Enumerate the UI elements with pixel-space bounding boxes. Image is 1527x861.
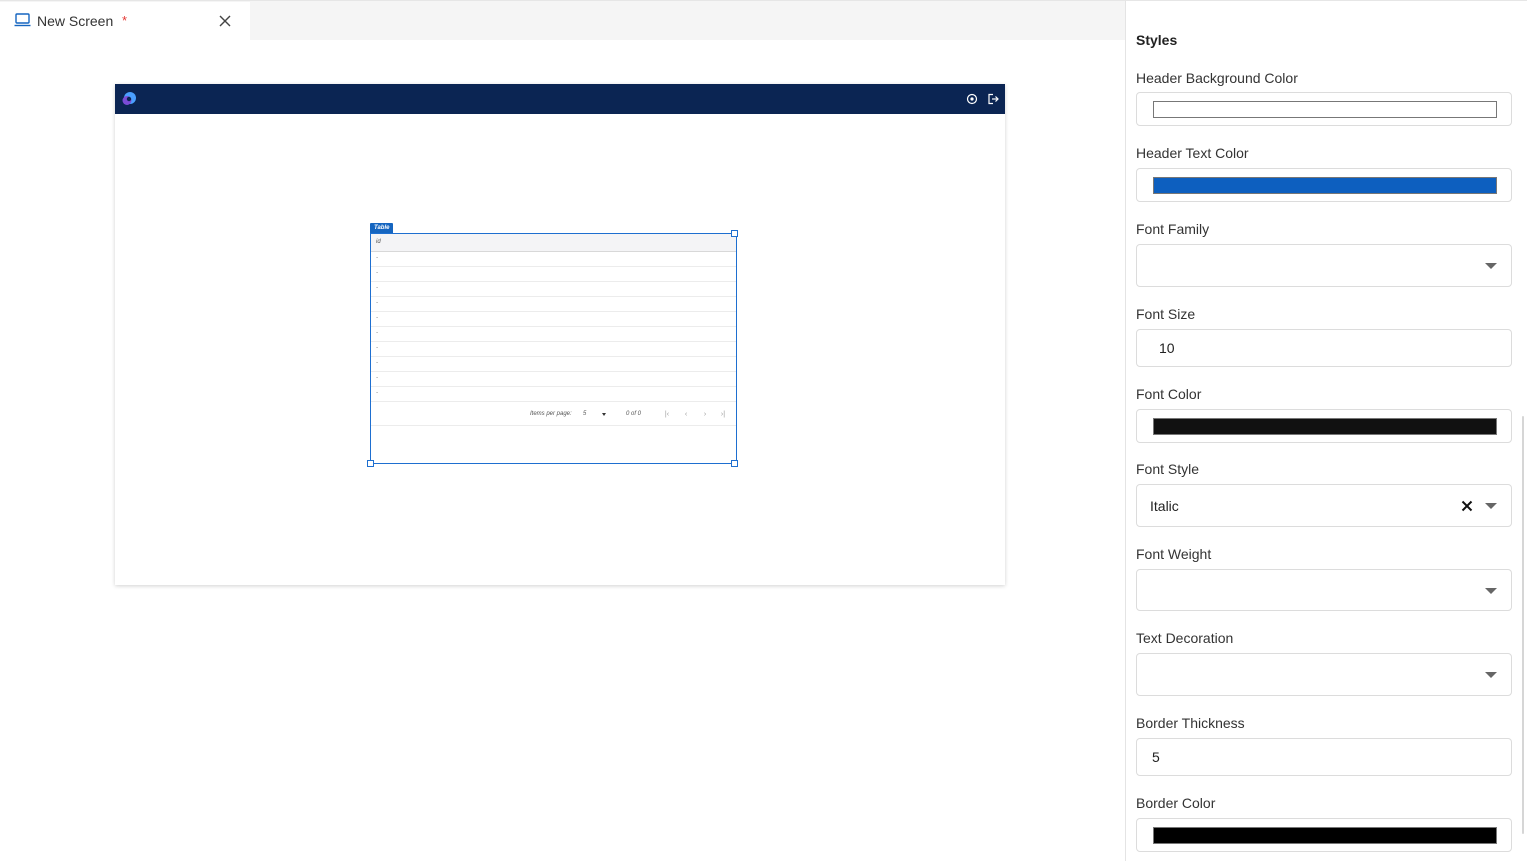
table-row: - [371,297,736,312]
table-widget[interactable]: id - - - - - - - - - - Items per page: 5… [370,233,737,464]
logout-icon[interactable] [987,93,999,105]
table-cell: - [376,255,378,261]
tab-bar: New Screen * [0,0,1125,41]
table-row: - [371,357,736,372]
designer-workspace: New Screen * Table id - - - - - - - - - … [0,0,1125,861]
panel-scrollbar[interactable] [1522,416,1524,834]
table-paginator: Items per page: 5 0 of 0 |‹ ‹ › ›| [371,402,736,426]
table-cell: - [376,360,378,366]
font-size-label: Font Size [1136,306,1196,322]
column-header-id: id [376,239,381,245]
table-cell: - [376,375,378,381]
header-bg-color-label: Header Background Color [1136,70,1298,86]
font-weight-select[interactable] [1136,569,1512,611]
app-logo-icon [122,92,136,105]
panel-title: Styles [1136,32,1178,48]
table-cell: - [376,390,378,396]
table-row: - [371,312,736,327]
tab-title: New Screen [37,13,114,29]
last-page-icon[interactable]: ›| [719,411,727,419]
unsaved-marker: * [122,13,128,28]
table-cell: - [376,315,378,321]
app-header-bar [115,84,1005,114]
table-row: - [371,267,736,282]
clear-icon[interactable] [1461,500,1473,512]
prev-page-icon[interactable]: ‹ [682,411,690,419]
font-size-value: 10 [1159,340,1175,356]
chevron-down-icon[interactable] [1485,588,1497,594]
resize-handle-top-right[interactable] [731,230,738,237]
table-cell: - [376,270,378,276]
font-color-label: Font Color [1136,386,1202,402]
table-row: - [371,252,736,267]
chevron-down-icon[interactable] [1485,672,1497,678]
resize-handle-bottom-left[interactable] [367,460,374,467]
table-cell: - [376,285,378,291]
tab-new-screen[interactable]: New Screen * [0,2,250,41]
header-text-color-swatch[interactable] [1153,177,1497,194]
table-header-row: id [371,234,736,252]
table-cell: - [376,300,378,306]
border-color-field[interactable] [1136,818,1512,852]
header-bg-color-swatch[interactable] [1153,101,1497,118]
text-decoration-select[interactable] [1136,653,1512,696]
font-style-value: Italic [1150,498,1179,514]
table-cell: - [376,345,378,351]
border-color-label: Border Color [1136,795,1216,811]
chevron-down-icon[interactable] [602,413,606,416]
table-cell: - [376,330,378,336]
border-thickness-input[interactable]: 5 [1136,738,1512,776]
next-page-icon[interactable]: › [701,411,709,419]
chevron-down-icon[interactable] [1485,263,1497,269]
page-size-select[interactable]: 5 [583,411,586,417]
font-size-input[interactable]: 10 [1136,329,1512,367]
font-color-field[interactable] [1136,409,1512,443]
font-style-select[interactable]: Italic [1136,484,1512,527]
border-thickness-label: Border Thickness [1136,715,1245,731]
chevron-down-icon[interactable] [1485,503,1497,509]
font-family-label: Font Family [1136,221,1210,237]
table-row: - [371,342,736,357]
close-icon[interactable] [218,14,232,28]
font-style-label: Font Style [1136,461,1200,477]
border-color-swatch[interactable] [1153,827,1497,844]
items-per-page-label: Items per page: [530,411,572,417]
table-row: - [371,387,736,402]
border-thickness-value: 5 [1152,749,1160,765]
resize-handle-bottom-right[interactable] [731,460,738,467]
table-row: - [371,372,736,387]
text-decoration-label: Text Decoration [1136,630,1234,646]
monitor-icon [14,13,31,27]
header-text-color-field[interactable] [1136,168,1512,202]
header-text-color-label: Header Text Color [1136,145,1249,161]
design-canvas[interactable]: Table id - - - - - - - - - - Items per p… [115,84,1005,585]
table-row: - [371,282,736,297]
settings-icon[interactable] [966,93,978,105]
table-widget-tag: Table [370,223,394,233]
font-weight-label: Font Weight [1136,546,1212,562]
table-row: - [371,327,736,342]
font-family-select[interactable] [1136,244,1512,287]
page-range-label: 0 of 0 [626,411,642,417]
header-bg-color-field[interactable] [1136,92,1512,126]
first-page-icon[interactable]: |‹ [663,411,671,419]
font-color-swatch[interactable] [1153,418,1497,435]
styles-panel: Styles Header Background Color Header Te… [1125,0,1527,861]
